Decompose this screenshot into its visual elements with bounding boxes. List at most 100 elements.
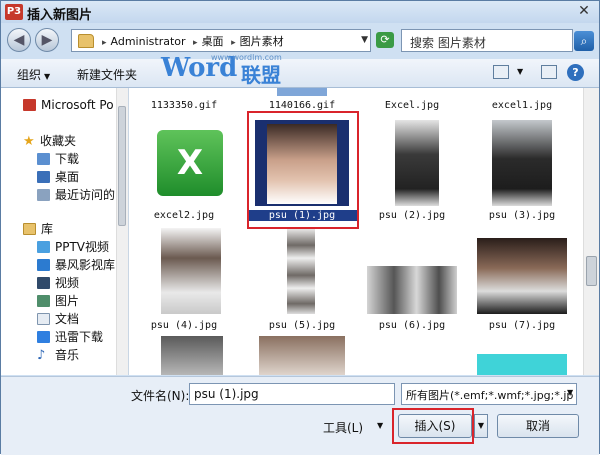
search-icon[interactable]: ⌕ [574, 31, 594, 51]
sidebar-item-label: 下载 [55, 152, 80, 166]
recent-places-icon [37, 189, 50, 201]
video-library-icon [37, 259, 50, 271]
file-thumbnail [477, 238, 567, 314]
organize-button[interactable]: 组织 ▼ [17, 66, 50, 83]
file-thumbnail [395, 120, 439, 206]
navigation-bar: ◀ ▶ ▸ Administrator ▸ 桌面 ▸ 图片素材 ▼ ⟳ 搜索 图片素材… [1, 25, 599, 57]
file-name: excel1.jpg [491, 100, 553, 111]
watermark-cn: 联盟 [241, 63, 281, 87]
sidebar-item-thunder[interactable]: 迅雷下载 [37, 328, 103, 345]
sidebar-item-storm[interactable]: 暴风影视库 [37, 256, 115, 273]
view-options-icon[interactable] [493, 65, 509, 79]
breadcrumb-administrator[interactable]: Administrator [111, 35, 186, 48]
file-thumbnail [277, 88, 327, 96]
insert-button[interactable]: 插入(S) [398, 414, 472, 438]
file-thumbnail [287, 228, 315, 314]
sidebar-item-label: 收藏夹 [40, 134, 77, 148]
sidebar-item-pictures[interactable]: 图片 [37, 292, 79, 309]
filename-label: 文件名(N): [131, 389, 190, 403]
pictures-icon [37, 295, 50, 307]
breadcrumb-picture-folder[interactable]: 图片素材 [240, 35, 284, 48]
sidebar-item-label: 桌面 [55, 170, 80, 184]
preview-pane-icon[interactable] [541, 65, 557, 79]
filename-input[interactable]: psu (1).jpg [189, 383, 395, 405]
sidebar-item-music[interactable]: ♪ 音乐 [37, 346, 79, 363]
file-type-dropdown-icon[interactable]: ▼ [567, 388, 573, 397]
video-library-icon [37, 241, 50, 253]
desktop-icon [37, 171, 50, 183]
sidebar-item-library[interactable]: 库 [23, 220, 53, 237]
sidebar-item-microsoft-powerpoint[interactable]: Microsoft Po [23, 98, 114, 112]
sidebar-item-desktop[interactable]: 桌面 [37, 168, 79, 185]
sidebar-item-label: 音乐 [55, 348, 80, 362]
file-thumbnail [477, 354, 567, 375]
help-icon[interactable]: ? [567, 64, 584, 81]
file-thumbnail [161, 336, 223, 375]
excel-icon: X [157, 130, 223, 196]
address-dropdown-icon[interactable]: ▼ [361, 35, 368, 45]
sidebar-item-label: 文档 [55, 312, 80, 326]
window-title: 插入新图片 [27, 8, 93, 23]
sidebar-item-label: 暴风影视库 [55, 258, 116, 272]
breadcrumb-desktop[interactable]: 桌面 [202, 35, 224, 48]
search-placeholder: 搜索 图片素材 [410, 36, 486, 50]
file-grid-scrollbar[interactable] [583, 88, 599, 375]
organize-label: 组织 [17, 68, 42, 82]
sidebar-scrollbar[interactable] [116, 88, 128, 375]
powerpoint-icon [23, 99, 36, 111]
powerpoint-icon: P3 [5, 4, 23, 20]
file-name: excel2.jpg [153, 210, 215, 221]
file-thumbnail [161, 228, 221, 314]
breadcrumb: ▸ Administrator ▸ 桌面 ▸ 图片素材 [102, 35, 284, 48]
sidebar-item-label: 视频 [55, 276, 80, 290]
new-folder-button[interactable]: 新建文件夹 [77, 66, 137, 83]
dialog-footer: 文件名(N): psu (1).jpg 所有图片(*.emf;*.wmf;*.j… [1, 376, 599, 455]
cancel-button[interactable]: 取消 [497, 414, 579, 438]
sidebar-item-label: 最近访问的 [55, 188, 116, 202]
file-thumbnail [492, 120, 552, 206]
file-name: psu (4).jpg [150, 320, 218, 331]
tools-button[interactable]: 工具(L) [323, 419, 363, 436]
sidebar-item-label: PPTV视频 [55, 240, 110, 254]
file-name: psu (2).jpg [378, 210, 446, 221]
insert-picture-dialog: P3 插入新图片 ✕ ◀ ▶ ▸ Administrator ▸ 桌面 ▸ 图片素材 … [0, 0, 600, 455]
documents-icon [37, 313, 50, 325]
file-name: 1140166.gif [268, 100, 336, 111]
sidebar-item-label: Microsoft Po [41, 98, 114, 112]
file-thumbnail [367, 266, 457, 314]
file-grid-scroll-thumb[interactable] [586, 256, 597, 286]
music-icon: ♪ [37, 348, 46, 363]
title-bar: P3 插入新图片 ✕ [1, 1, 599, 23]
videos-icon [37, 277, 50, 289]
file-name: psu (3).jpg [488, 210, 556, 221]
file-name: psu (6).jpg [378, 320, 446, 331]
file-type-select[interactable]: 所有图片(*.emf;*.wmf;*.jpg;*.jp [401, 383, 577, 405]
insert-dropdown-icon[interactable]: ▼ [474, 414, 488, 438]
back-button[interactable]: ◀ [7, 28, 31, 52]
sidebar-scroll-thumb[interactable] [118, 106, 126, 226]
file-name: psu (5).jpg [268, 320, 336, 331]
refresh-icon[interactable]: ⟳ [376, 32, 394, 48]
toolbar: 组织 ▼ 新建文件夹 Word www.wordlm.com 联盟 ▼ ? [1, 53, 599, 88]
search-input[interactable]: 搜索 图片素材 [401, 29, 573, 52]
file-name: Excel.jpg [384, 100, 440, 111]
sidebar-item-label: 库 [41, 222, 54, 236]
sidebar-item-recent[interactable]: 最近访问的 [37, 186, 115, 203]
library-icon [23, 223, 36, 235]
forward-button[interactable]: ▶ [35, 28, 59, 52]
sidebar-item-pptv[interactable]: PPTV视频 [37, 238, 109, 255]
address-bar[interactable]: ▸ Administrator ▸ 桌面 ▸ 图片素材 ▼ [71, 29, 371, 52]
navigation-pane: Microsoft Po ★ 收藏夹 下载 桌面 最近访问的 库 PPTV视频 暴… [1, 88, 129, 375]
downloads-icon [37, 153, 50, 165]
view-dropdown-icon[interactable]: ▼ [517, 67, 523, 76]
close-button[interactable]: ✕ [575, 3, 593, 19]
sidebar-item-documents[interactable]: 文档 [37, 310, 79, 327]
sidebar-item-favorites[interactable]: ★ 收藏夹 [23, 132, 76, 149]
sidebar-item-label: 图片 [55, 294, 80, 308]
file-name: 1133350.gif [150, 100, 218, 111]
tools-dropdown-icon[interactable]: ▼ [377, 421, 383, 430]
selection-highlight [247, 111, 359, 229]
sidebar-item-label: 迅雷下载 [55, 330, 104, 344]
sidebar-item-downloads[interactable]: 下载 [37, 150, 79, 167]
sidebar-item-videos[interactable]: 视频 [37, 274, 79, 291]
